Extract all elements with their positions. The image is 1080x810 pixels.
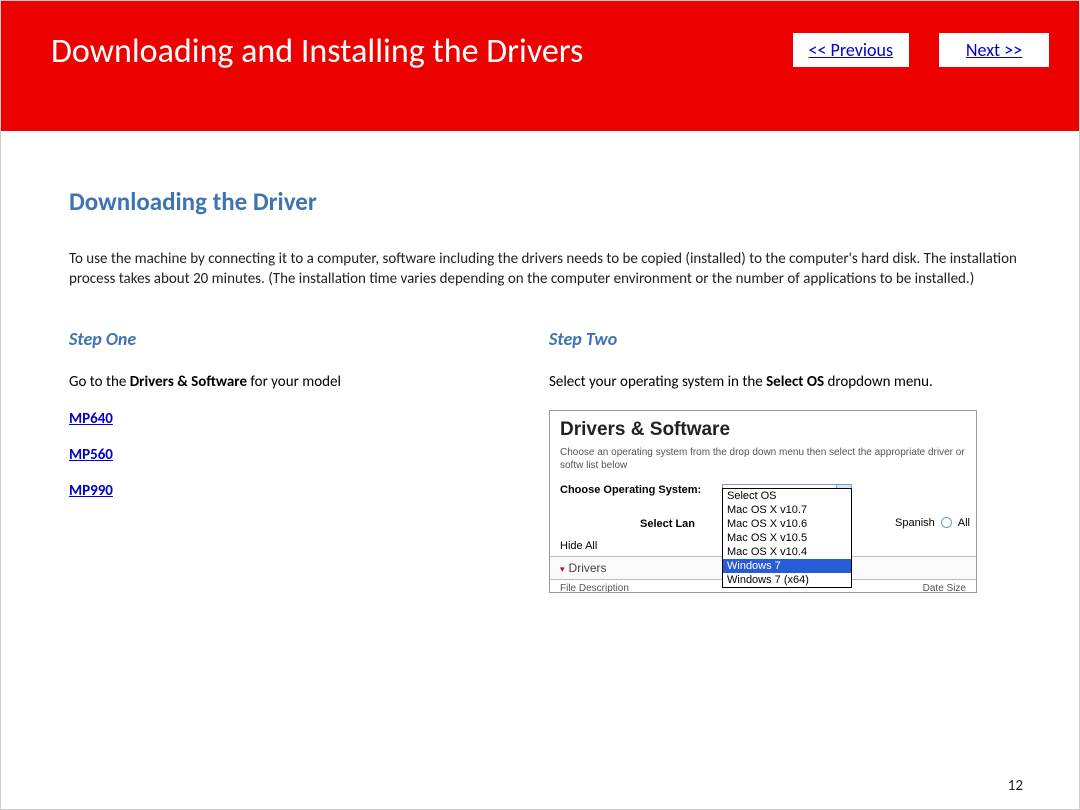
page-title: Downloading and Installing the Drivers: [51, 31, 583, 72]
os-option[interactable]: Mac OS X v10.5: [723, 531, 851, 545]
os-option[interactable]: Mac OS X v10.7: [723, 503, 851, 517]
step-one-text-before: Go to the: [69, 373, 130, 391]
step-one-text: Go to the Drivers & Software for your mo…: [69, 372, 489, 392]
intro-text: To use the machine by connecting it to a…: [69, 249, 1019, 290]
nav-buttons: << Previous Next >>: [793, 33, 1049, 67]
lang-all: All: [958, 517, 970, 529]
content-area: Downloading the Driver To use the machin…: [1, 131, 1079, 593]
model-link-mp990[interactable]: MP990: [69, 482, 489, 500]
os-option[interactable]: Mac OS X v10.6: [723, 517, 851, 531]
step-two-heading: Step Two: [549, 328, 1019, 350]
header-bar: Downloading and Installing the Drivers <…: [1, 1, 1079, 131]
step-one-heading: Step One: [69, 328, 489, 350]
step-one-text-bold: Drivers & Software: [130, 373, 247, 391]
next-button[interactable]: Next >>: [939, 33, 1049, 67]
choose-os-label: Choose Operating System:: [560, 484, 722, 496]
model-link-mp640[interactable]: MP640: [69, 410, 489, 428]
screenshot-subtitle: Choose an operating system from the drop…: [550, 443, 976, 476]
screenshot-title: Drivers & Software: [550, 411, 976, 443]
model-link-mp560[interactable]: MP560: [69, 446, 489, 464]
os-option[interactable]: Select OS: [723, 489, 851, 503]
page-number: 12: [1008, 777, 1023, 795]
os-option[interactable]: Mac OS X v10.4: [723, 545, 851, 559]
section-heading: Downloading the Driver: [69, 186, 1019, 217]
foot-right: Date Size: [923, 583, 966, 592]
previous-button[interactable]: << Previous: [793, 33, 909, 67]
step-two-text-after: dropdown menu.: [824, 373, 933, 391]
columns: Step One Go to the Drivers & Software fo…: [69, 328, 1019, 593]
step-one-text-after: for your model: [247, 373, 341, 391]
lang-spanish: Spanish: [895, 517, 935, 529]
screenshot-panel: Drivers & Software Choose an operating s…: [549, 410, 977, 593]
model-links: MP640 MP560 MP990: [69, 410, 489, 500]
triangle-down-icon: ▾: [560, 564, 565, 574]
step-two-text-bold: Select OS: [766, 373, 824, 391]
step-two-text-before: Select your operating system in the: [549, 373, 766, 391]
language-options: Spanish All: [895, 517, 970, 529]
os-dropdown[interactable]: Select OS Mac OS X v10.7 Mac OS X v10.6 …: [722, 488, 852, 588]
step-two-column: Step Two Select your operating system in…: [549, 328, 1019, 593]
os-option[interactable]: Windows 7 (x64): [723, 573, 851, 587]
step-two-text: Select your operating system in the Sele…: [549, 372, 1019, 392]
radio-icon[interactable]: [941, 517, 952, 528]
step-one-column: Step One Go to the Drivers & Software fo…: [69, 328, 489, 593]
drivers-section-label: Drivers: [569, 561, 607, 575]
select-language-label: Select Lan: [640, 518, 695, 530]
os-option-selected[interactable]: Windows 7: [723, 559, 851, 573]
foot-left: File Description: [560, 583, 629, 592]
